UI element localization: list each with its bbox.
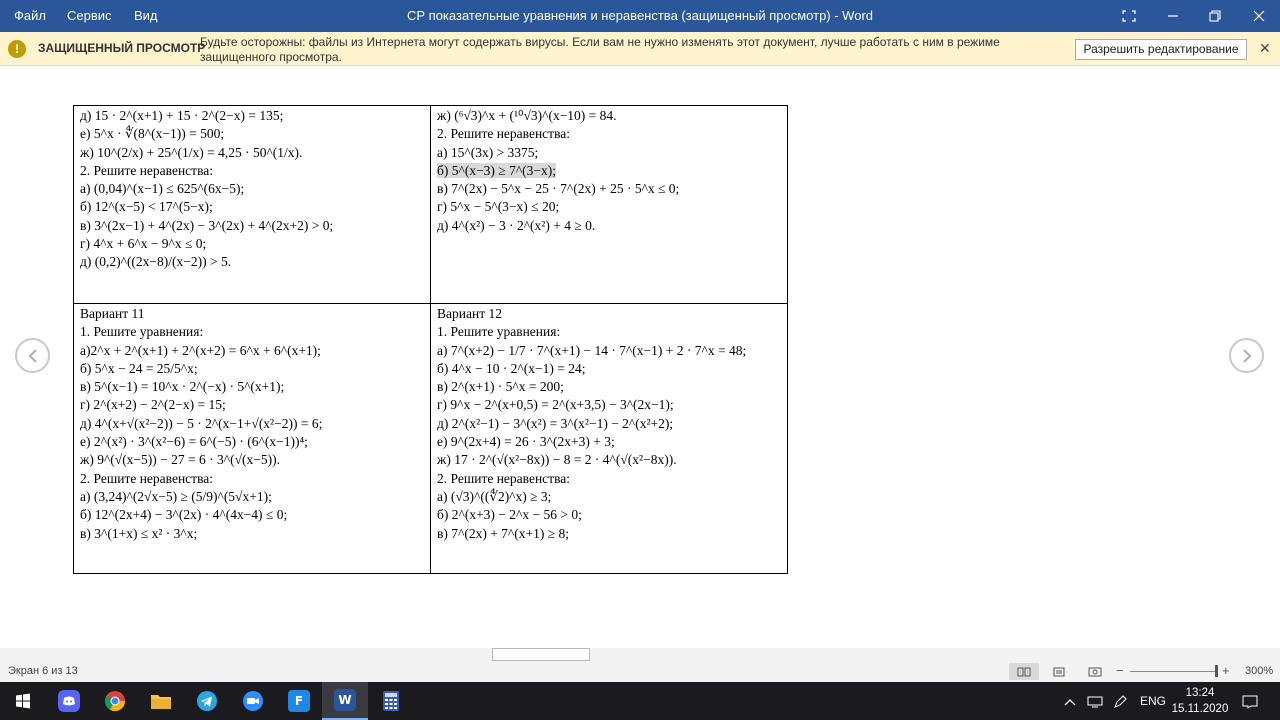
section-heading: 1. Решите уравнения:	[437, 324, 561, 340]
protected-view-message: Будьте осторожны: файлы из Интернета мог…	[200, 35, 1000, 64]
taskbar-clock[interactable]: 13:24 15.11.2020	[1170, 685, 1230, 717]
task-line: г) 4^x + 6^x − 9^x ≤ 0;	[80, 236, 207, 252]
zoom-out-icon[interactable]: −	[1116, 663, 1124, 678]
window-title: СР показательные уравнения и неравенства…	[406, 8, 874, 23]
section-heading: 2. Решите неравенства:	[80, 162, 214, 178]
cell-top-right: ж) (⁶√3)^x + (¹⁰√3)^(x−10) = 84. 2. Реши…	[430, 105, 788, 304]
windows-taskbar: F W ENG 13:24 15.11.2020	[0, 682, 1280, 720]
task-line: ж) 9^(√(x−5)) − 27 = 6 · 3^(√(x−5)).	[80, 452, 280, 468]
task-line: в) 5^(x−1) = 10^x · 2^(−x) · 5^(x+1);	[80, 379, 285, 395]
task-line: а) (0,04)^(x−1) ≤ 625^(6x−5);	[80, 181, 245, 197]
enable-editing-button[interactable]: Разрешить редактирование	[1075, 39, 1247, 60]
task-line: в) 2^(x+1) · 5^x = 200;	[437, 379, 564, 395]
read-mode-icon[interactable]	[1009, 663, 1039, 680]
task-line: ж) 10^(2/x) + 25^(1/x) = 4,25 · 50^(1/x)…	[80, 144, 303, 160]
section-heading: 2. Решите неравенства:	[437, 126, 571, 142]
protected-view-bar: ! ЗАЩИЩЕННЫЙ ПРОСМОТР Будьте осторожны: …	[0, 32, 1280, 66]
task-line: д) (0,2)^((2x−8)/(x−2)) > 5.	[80, 254, 232, 270]
restore-icon[interactable]	[1193, 0, 1237, 32]
close-icon[interactable]	[1237, 0, 1280, 32]
document-area[interactable]: д) 15 · 2^(x+1) + 15 · 2^(2−x) = 135; е)…	[0, 66, 1280, 648]
task-line: е) 9^(2x+4) = 26 · 3^(2x+3) + 3;	[437, 434, 615, 450]
title-bar: Файл Сервис Вид СР показательные уравнен…	[0, 0, 1280, 32]
shield-icon: !	[8, 40, 26, 58]
language-indicator[interactable]: ENG	[1140, 682, 1166, 720]
task-line: е) 2^(x²) · 3^(x²−6) = 6^(−5) · (6^(x−1)…	[80, 434, 308, 450]
web-layout-icon[interactable]	[1080, 663, 1110, 680]
task-line: б) 12^(x−5) < 17^(5−x);	[80, 199, 213, 215]
task-line: г) 5^x − 5^(3−x) ≤ 20;	[437, 199, 560, 215]
variant-title: Вариант 12	[437, 306, 502, 321]
zoom-icon[interactable]	[230, 682, 276, 720]
word-icon[interactable]: W	[322, 682, 368, 720]
fullscreen-icon[interactable]	[1107, 0, 1151, 32]
next-screen-button[interactable]	[1229, 338, 1264, 373]
clock-time: 13:24	[1185, 687, 1215, 699]
discord-icon[interactable]	[46, 682, 92, 720]
task-line: г) 2^(x+2) − 2^(2−x) = 15;	[80, 397, 226, 413]
section-heading: 2. Решите неравенства:	[80, 470, 214, 486]
task-line: б) 4^x − 10 · 2^(x−1) = 24;	[437, 360, 586, 376]
file-explorer-icon[interactable]	[138, 682, 184, 720]
print-layout-icon[interactable]	[1044, 663, 1074, 680]
task-line: в) 3^(1+x) ≤ x² · 3^x;	[80, 525, 198, 541]
menu-file[interactable]: Файл	[14, 0, 46, 32]
zoom-slider[interactable]	[1130, 671, 1218, 672]
zoom-in-icon[interactable]: +	[1222, 663, 1230, 678]
task-line: е) 5^x · ∜(8^(x−1)) = 500;	[80, 126, 225, 142]
task-line: а) (√3)^((∜2)^x) ≥ 3;	[437, 488, 552, 504]
status-bar: Экран 6 из 13 − + 300%	[0, 648, 1280, 682]
pen-icon[interactable]	[1113, 682, 1127, 720]
variant-title: Вариант 11	[80, 306, 145, 321]
section-heading: 2. Решите неравенства:	[437, 470, 571, 486]
zoom-slider-thumb[interactable]	[1215, 665, 1219, 677]
chrome-icon[interactable]	[92, 682, 138, 720]
previous-screen-button[interactable]	[15, 338, 50, 373]
task-line: в) 7^(2x) − 5^x − 25 · 7^(2x) + 25 · 5^x…	[437, 181, 680, 197]
task-line: д) 4^(x+√(x²−2)) − 5 · 2^(x−1+√(x²−2)) =…	[80, 415, 323, 431]
task-line: д) 4^(x²) − 3 · 2^(x²) + 4 ≥ 0.	[437, 217, 596, 233]
network-icon[interactable]	[1087, 682, 1103, 720]
task-line: в) 3^(2x−1) + 4^(2x) − 3^(2x) + 4^(2x+2)…	[80, 217, 334, 233]
task-line: ж) 17 · 2^(√(x²−8x)) − 8 = 2 · 4^(√(x²−8…	[437, 452, 677, 468]
task-line: д) 15 · 2^(x+1) + 15 · 2^(2−x) = 135;	[80, 108, 284, 123]
menu-service[interactable]: Сервис	[67, 0, 112, 32]
task-line: а) (3,24)^(2√x−5) ≥ (5/9)^(5√x+1);	[80, 488, 272, 504]
cell-top-left: д) 15 · 2^(x+1) + 15 · 2^(2−x) = 135; е)…	[73, 105, 431, 304]
horizontal-scrollbar[interactable]	[492, 648, 590, 661]
close-icon[interactable]: ✕	[1259, 40, 1271, 57]
menu-view[interactable]: Вид	[134, 0, 158, 32]
task-line: ж) (⁶√3)^x + (¹⁰√3)^(x−10) = 84.	[437, 108, 617, 123]
task-line: б) 12^(2x+4) − 3^(2x) · 4^(4x−4) ≤ 0;	[80, 507, 288, 523]
task-line: а) 7^(x+2) − 1/7 · 7^(x+1) − 14 · 7^(x−1…	[437, 342, 747, 358]
calculator-icon[interactable]	[368, 682, 414, 720]
page-indicator[interactable]: Экран 6 из 13	[8, 665, 78, 677]
task-line: а)2^x + 2^(x+1) + 2^(x+2) = 6^x + 6^(x+1…	[80, 342, 321, 358]
task-line: б) 5^x − 24 = 25/5^x;	[80, 360, 198, 376]
protected-view-title: ЗАЩИЩЕННЫЙ ПРОСМОТР	[38, 41, 206, 55]
chevron-up-icon[interactable]	[1064, 682, 1076, 720]
cell-variant-11: Вариант 11 1. Решите уравнения: а)2^x + …	[73, 303, 431, 574]
variants-table: д) 15 · 2^(x+1) + 15 · 2^(2−x) = 135; е)…	[73, 105, 788, 574]
clock-date: 15.11.2020	[1171, 703, 1229, 715]
section-heading: 1. Решите уравнения:	[80, 324, 204, 340]
windows-start-icon[interactable]	[0, 682, 46, 720]
notifications-icon[interactable]	[1242, 682, 1258, 720]
telegram-icon[interactable]	[184, 682, 230, 720]
task-line-highlighted: б) 5^(x−3) ≥ 7^(3−x);	[437, 162, 781, 180]
task-line: б) 2^(x+3) − 2^x − 56 > 0;	[437, 507, 582, 523]
task-line: в) 7^(2x) + 7^(x+1) ≥ 8;	[437, 525, 570, 541]
selection-highlight: б) 5^(x−3) ≥ 7^(3−x);	[437, 162, 557, 178]
task-line: д) 2^(x²−1) − 3^(x²) = 3^(x²−1) − 2^(x²+…	[437, 415, 674, 431]
f-app-icon[interactable]: F	[276, 682, 322, 720]
task-line: г) 9^x − 2^(x+0,5) = 2^(x+3,5) − 3^(2x−1…	[437, 397, 674, 413]
zoom-level[interactable]: 300%	[1245, 665, 1273, 677]
minimize-icon[interactable]	[1151, 0, 1195, 32]
task-line: а) 15^(3x) > 3375;	[437, 144, 539, 160]
cell-variant-12: Вариант 12 1. Решите уравнения: а) 7^(x+…	[430, 303, 788, 574]
